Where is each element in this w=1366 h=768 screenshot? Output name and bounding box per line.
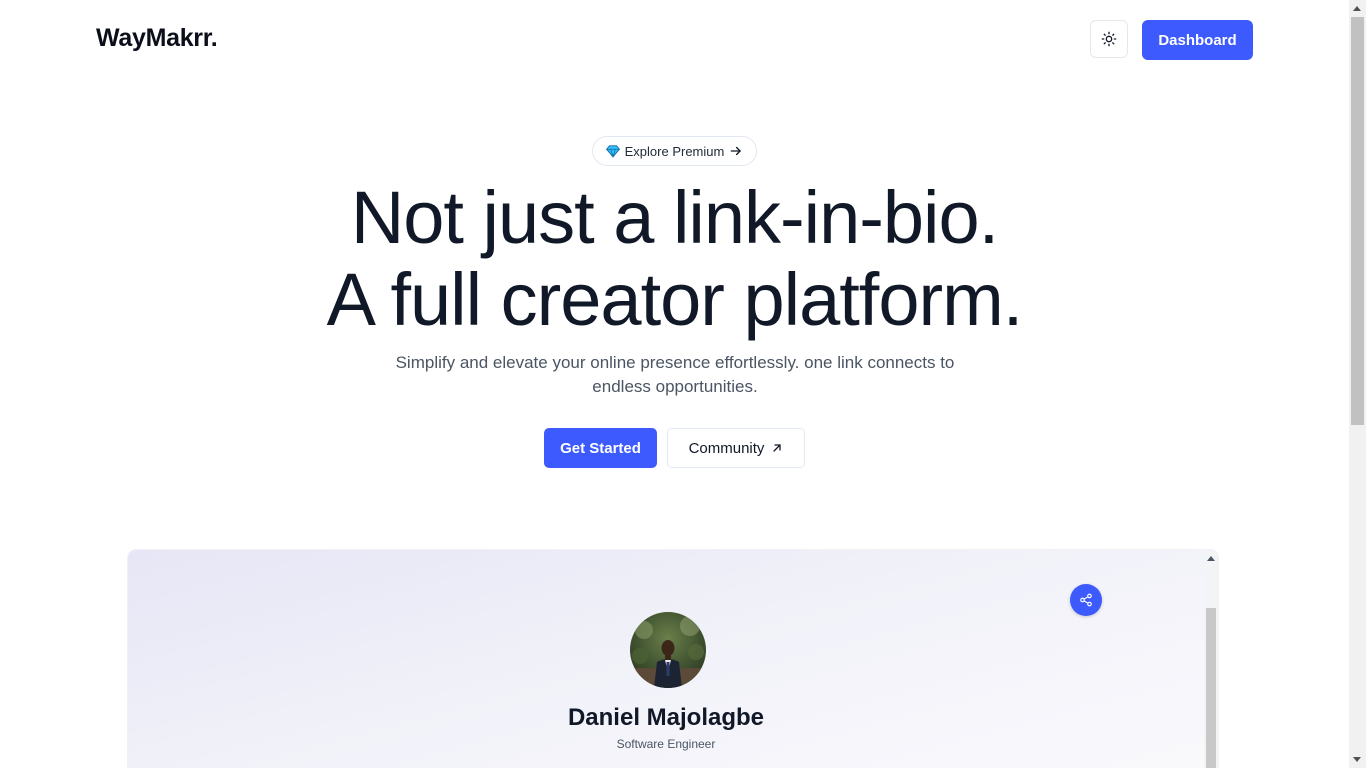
headline-line-2: A full creator platform. xyxy=(326,258,1024,341)
dashboard-button[interactable]: Dashboard xyxy=(1142,20,1253,60)
scroll-up-icon[interactable] xyxy=(1207,556,1215,561)
arrow-right-icon xyxy=(731,146,742,156)
headline-line-1: Not just a link-in-bio. xyxy=(350,176,999,259)
get-started-button[interactable]: Get Started xyxy=(544,428,657,468)
page-scrollbar[interactable] xyxy=(1349,0,1366,768)
scroll-up-icon[interactable] xyxy=(1353,6,1361,11)
arrow-up-right-icon xyxy=(773,444,782,452)
share-button[interactable] xyxy=(1070,584,1102,616)
logo[interactable]: WayMakrr. xyxy=(96,24,218,53)
share-icon xyxy=(1080,593,1092,607)
explore-premium-label: Explore Premium xyxy=(624,143,725,159)
profile-preview: Daniel Majolagbe Software Engineer xyxy=(128,550,1218,768)
preview-scrollbar-thumb[interactable] xyxy=(1206,608,1216,768)
community-button[interactable]: Community xyxy=(667,428,805,468)
hero-subtitle: Simplify and elevate your online presenc… xyxy=(395,353,955,396)
sun-icon xyxy=(1101,31,1117,47)
theme-toggle-button[interactable] xyxy=(1090,20,1128,58)
preview-scrollbar[interactable] xyxy=(1204,550,1218,768)
profile-title: Software Engineer xyxy=(616,737,716,751)
diamond-icon xyxy=(605,145,620,158)
page: WayMakrr. Dashboard Explore Premium Not … xyxy=(0,0,1349,768)
community-label: Community xyxy=(688,439,765,457)
page-scrollbar-thumb[interactable] xyxy=(1351,17,1364,425)
avatar xyxy=(630,612,706,688)
scroll-down-icon[interactable] xyxy=(1353,757,1361,762)
profile-name: Daniel Majolagbe xyxy=(567,704,765,731)
explore-premium-badge[interactable]: Explore Premium xyxy=(592,136,757,166)
